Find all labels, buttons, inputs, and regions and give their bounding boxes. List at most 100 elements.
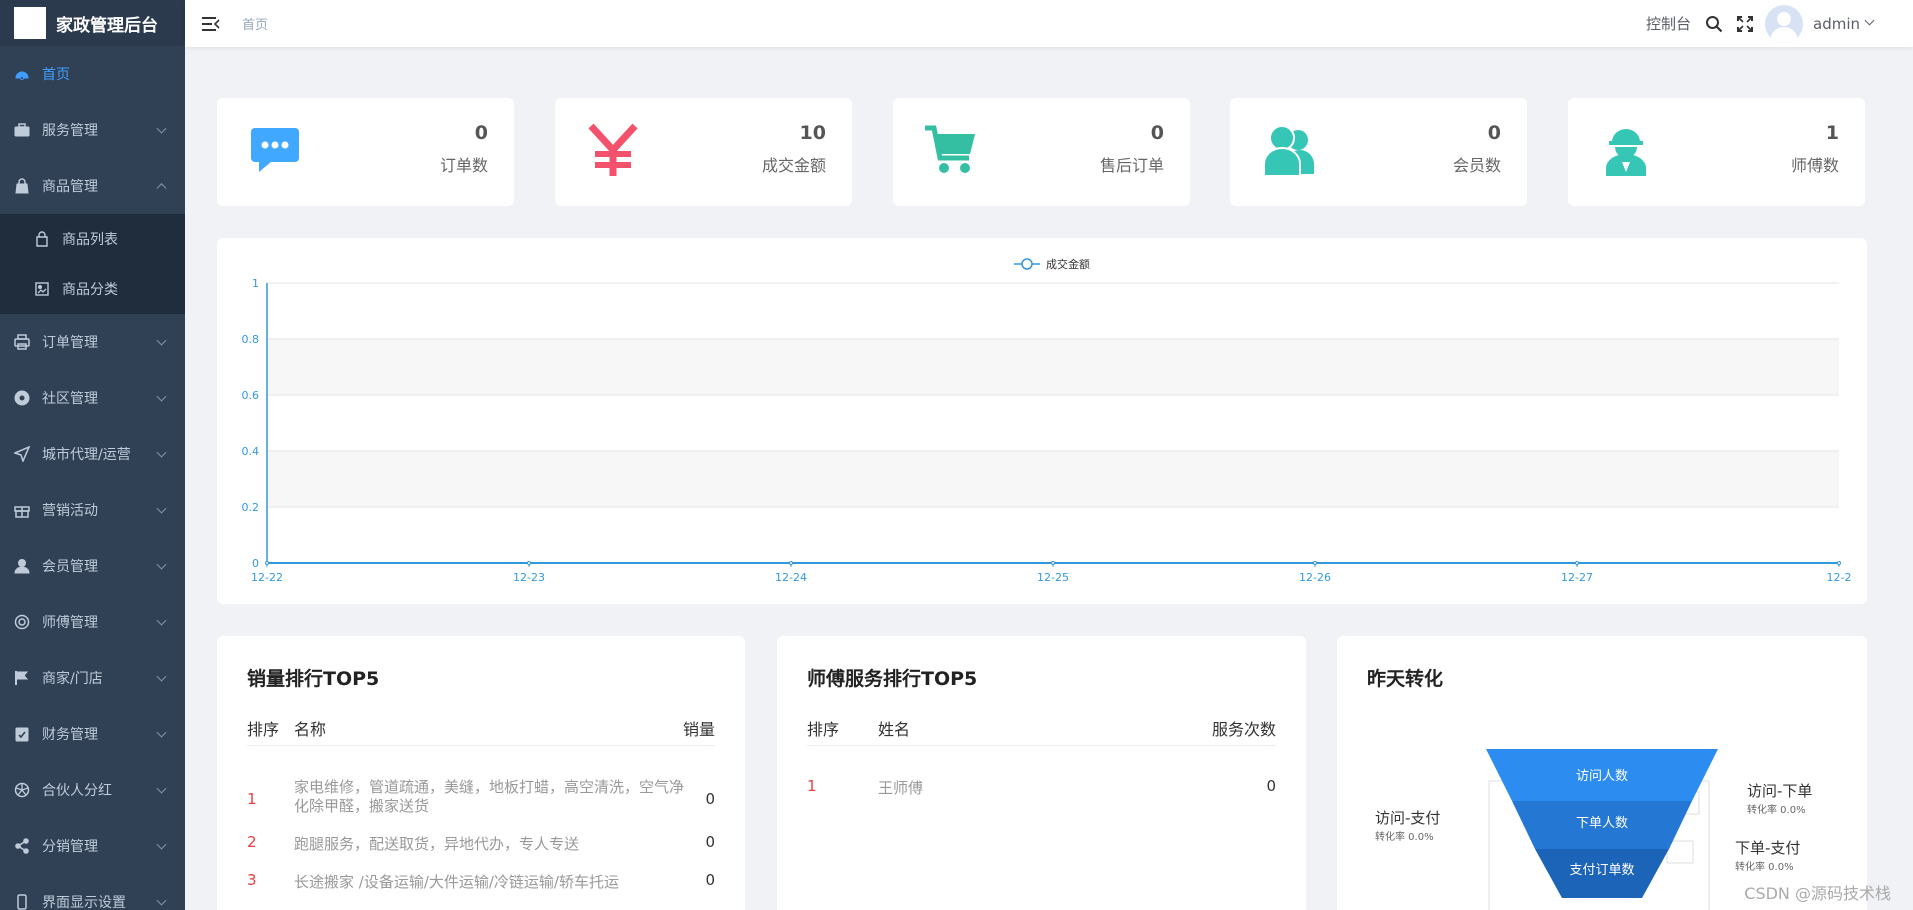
- chevron-down-icon: [156, 447, 167, 458]
- x-tick-label: 12-27: [1561, 571, 1593, 584]
- sidebar-item-label: 商品列表: [62, 232, 118, 248]
- col-count: 销量: [682, 720, 715, 739]
- sidebar-item-label: 合伙人分红: [42, 783, 112, 799]
- sidebar: 家政管理后台 首页服务管理商品管理 商品列表商品分类 订单管理 社区管理城市代理/…: [0, 0, 185, 910]
- submenu-item-shopping-bag[interactable]: 商品列表: [0, 214, 185, 264]
- chevron-down-icon: [156, 783, 167, 794]
- sidebar-item-label: 城市代理/运营: [42, 447, 131, 463]
- worker-top-panel: 师傅服务排行TOP5 排序 姓名 服务次数 1 王师傅 0: [777, 636, 1306, 910]
- aperture-icon: [14, 782, 30, 798]
- row-rank: 2: [247, 833, 257, 851]
- chevron-down-icon: [156, 895, 167, 906]
- sidebar-item-user[interactable]: 会员管理: [0, 538, 185, 594]
- sidebar-item-share[interactable]: 分销管理: [0, 818, 185, 874]
- data-point: [1313, 561, 1317, 565]
- sidebar-item-aperture[interactable]: 合伙人分红: [0, 762, 185, 818]
- stat-value: 0: [1487, 122, 1501, 144]
- table-row[interactable]: 3 长途搬家 /设备运输/大件运输/冷链运输/轿车托运 0: [247, 871, 715, 893]
- chevron-down-icon[interactable]: [1864, 15, 1875, 26]
- sidebar-item-gift[interactable]: 营销活动: [0, 482, 185, 538]
- submenu-item-category[interactable]: 商品分类: [0, 264, 185, 314]
- table-row[interactable]: 2 跑腿服务，配送取货，异地代办，专人专送 0: [247, 833, 715, 855]
- legend-label: 成交金额: [1046, 257, 1090, 271]
- data-point: [265, 561, 269, 565]
- user-name[interactable]: admin: [1813, 15, 1860, 33]
- data-point: [1575, 561, 1579, 565]
- stat-label: 成交金额: [761, 156, 826, 175]
- stat-label: 会员数: [1452, 156, 1501, 175]
- y-tick-label: 0.8: [242, 333, 260, 346]
- x-tick-label: 12-25: [1037, 571, 1069, 584]
- category-icon: [34, 281, 50, 297]
- breadcrumb[interactable]: 首页: [242, 14, 268, 33]
- table-header: 排序 姓名 服务次数: [807, 716, 1276, 746]
- briefcase-icon: [14, 122, 30, 138]
- table-row[interactable]: 1 王师傅 0: [807, 777, 1276, 799]
- y-tick-label: 0: [252, 557, 259, 570]
- stat-card-workers[interactable]: 1 师傅数: [1568, 98, 1865, 206]
- sales-top-panel: 销量排行TOP5 排序 名称 销量 1 家电维修，管道疏通，美缝，地板打蜡，高空…: [217, 636, 745, 910]
- sales-line-chart: 0 0.2 0.4 0.6 0.8 1 12-22 12-23 12-24 12-25 12-26 1…: [242, 257, 1852, 584]
- stat-card-orders[interactable]: 0 订单数: [217, 98, 514, 206]
- row-rank: 1: [247, 790, 257, 808]
- data-point: [1837, 561, 1841, 565]
- sidebar-item-label: 商品分类: [62, 282, 118, 298]
- conv-right-bottom-label: 下单-支付: [1735, 839, 1800, 857]
- cart-icon: [925, 125, 975, 173]
- data-point: [1051, 561, 1055, 565]
- grid-band: [267, 451, 1839, 507]
- stat-value: 0: [474, 122, 488, 144]
- conv-right-bottom-rate: 转化率 0.0%: [1735, 860, 1794, 873]
- menu-toggle-icon[interactable]: [202, 16, 220, 32]
- stat-label: 售后订单: [1099, 156, 1164, 175]
- fullscreen-icon[interactable]: [1737, 15, 1753, 32]
- sidebar-item-navigation[interactable]: 城市代理/运营: [0, 426, 185, 482]
- row-count: 0: [705, 871, 715, 889]
- stat-label: 订单数: [439, 156, 488, 175]
- sidebar-item-label: 服务管理: [42, 123, 98, 139]
- sidebar-item-clipboard[interactable]: 财务管理: [0, 706, 185, 762]
- sidebar-item-briefcase[interactable]: 服务管理: [0, 102, 185, 158]
- sidebar-item-flag[interactable]: 商家/门店: [0, 650, 185, 706]
- chevron-down-icon: [156, 391, 167, 402]
- conversion-funnel: 访问人数 下单人数 支付订单数 访问-支付 转化率 0.0% 访问-下单 转化率…: [1375, 749, 1812, 910]
- logo-icon: [14, 7, 46, 39]
- yen-icon: [588, 123, 638, 176]
- sidebar-item-lifebuoy[interactable]: 社区管理: [0, 370, 185, 426]
- chevron-down-icon: [156, 559, 167, 570]
- console-link[interactable]: 控制台: [1646, 13, 1691, 34]
- col-name: 姓名: [878, 720, 911, 739]
- stat-card-members[interactable]: 0 会员数: [1230, 98, 1527, 206]
- dashboard-icon: [14, 66, 30, 82]
- sidebar-item-label: 分销管理: [42, 839, 98, 855]
- table-row[interactable]: 1 家电维修，管道疏通，美缝，地板打蜡，高空清洗，空气净化除甲醛，搬家送货 0: [247, 778, 715, 822]
- stat-card-revenue[interactable]: 10 成交金额: [555, 98, 852, 206]
- x-tick-label: 12-23: [513, 571, 545, 584]
- bag-icon: [14, 178, 30, 194]
- sidebar-item-phone[interactable]: 界面显示设置: [0, 874, 185, 910]
- sidebar-item-bag[interactable]: 商品管理: [0, 158, 185, 214]
- search-icon[interactable]: [1705, 15, 1723, 33]
- data-point: [527, 561, 531, 565]
- watermark: CSDN @源码技术栈: [1744, 884, 1891, 903]
- sidebar-item-target[interactable]: 师傅管理: [0, 594, 185, 650]
- phone-icon: [14, 894, 30, 910]
- chevron-down-icon: [156, 335, 167, 346]
- sidebar-item-label: 会员管理: [42, 559, 98, 575]
- top-header: 首页 控制台 admin: [185, 0, 1913, 47]
- sidebar-item-printer[interactable]: 订单管理: [0, 314, 185, 370]
- chevron-down-icon: [156, 123, 167, 134]
- avatar[interactable]: [1765, 4, 1803, 43]
- chevron-down-icon: [156, 839, 167, 850]
- user-icon: [14, 558, 30, 574]
- x-tick-label: 12-26: [1299, 571, 1331, 584]
- app-logo[interactable]: 家政管理后台: [0, 0, 185, 46]
- chevron-down-icon: [156, 727, 167, 738]
- col-rank: 排序: [247, 720, 280, 739]
- sidebar-item-dashboard[interactable]: 首页: [0, 46, 185, 102]
- stat-label: 师傅数: [1790, 156, 1839, 175]
- stat-card-aftersale[interactable]: 0 售后订单: [893, 98, 1190, 206]
- users-icon: [1263, 125, 1314, 177]
- stat-value: 0: [1150, 122, 1164, 144]
- share-icon: [14, 838, 30, 854]
